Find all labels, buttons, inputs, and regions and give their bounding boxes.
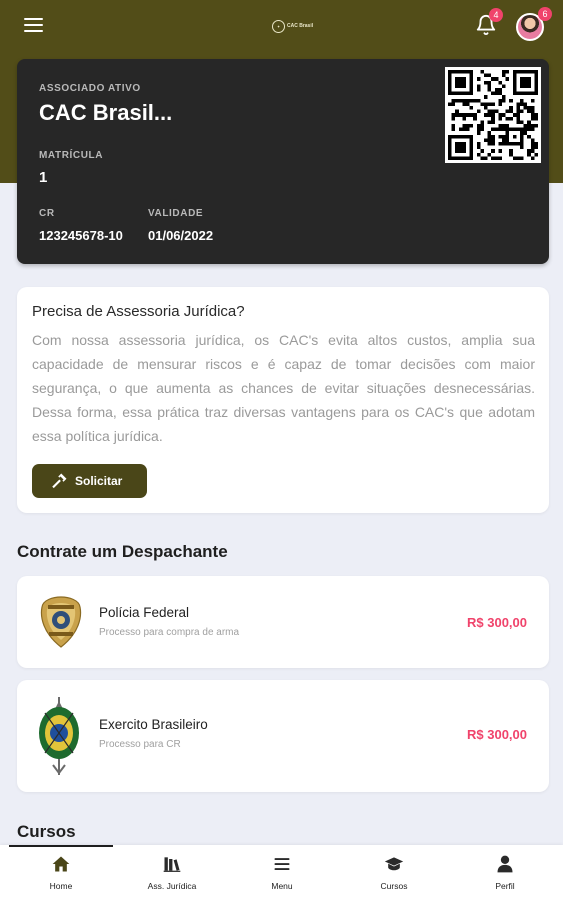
nav-label: Ass. Jurídica [147,881,197,891]
app-logo: ✦ CAC Brasil [272,19,313,33]
exercito-emblem-icon [39,697,79,775]
books-icon [163,857,181,872]
matricula-value: 1 [39,169,48,186]
notifications-badge: 4 [489,8,503,22]
despachante-section-title: Contrate um Despachante [17,542,228,561]
nav-label: Menu [271,881,293,891]
profile-badge: 6 [538,7,552,21]
active-tab-indicator [9,845,113,847]
nav-item-menu[interactable]: Menu [230,845,334,900]
nav-label: Home [49,881,73,891]
nav-label: Cursos [380,881,408,891]
nav-label: Perfil [495,881,515,891]
service-name: Exercito Brasileiro [99,717,208,732]
validade-label: VALIDADE [148,208,204,219]
service-description: Processo para CR [99,739,181,750]
cursos-section-title: Cursos [17,822,76,841]
service-card-exercito-brasileiro[interactable]: Exercito Brasileiro Processo para CR R$ … [17,680,549,792]
member-status-label: ASSOCIADO ATIVO [39,83,141,94]
policia-federal-badge-icon [40,596,82,648]
legal-title: Precisa de Assessoria Jurídica? [32,303,245,320]
notifications-button[interactable]: 4 [475,8,503,36]
logo-text: CAC Brasil [287,23,314,29]
nav-item-home[interactable]: Home [9,845,113,900]
legal-description: Com nossa assessoria jurídica, os CAC's … [32,332,535,444]
nav-item-ass-juridica[interactable]: Ass. Jurídica [120,845,224,900]
menu-icon [274,858,290,870]
bottom-navigation: Home Ass. Jurídica Menu Cursos Perfil [0,845,563,900]
validade-value: 01/06/2022 [148,228,214,243]
home-icon [52,856,70,872]
member-name: CAC Brasil... [39,100,173,125]
qr-code[interactable] [445,67,541,163]
top-app-bar: ✦ CAC Brasil 4 6 [0,0,563,52]
service-price: R$ 300,00 [467,727,527,742]
hammer-icon [52,473,67,489]
nav-item-perfil[interactable]: Perfil [453,845,557,900]
solicitar-button[interactable]: Solicitar [32,464,147,498]
service-card-policia-federal[interactable]: Polícia Federal Processo para compra de … [17,576,549,668]
solicitar-label: Solicitar [75,474,123,488]
user-icon [497,855,513,873]
logo-emblem-icon: ✦ [272,19,285,33]
service-price: R$ 300,00 [467,615,527,630]
graduation-cap-icon [384,857,404,871]
cr-label: CR [39,208,55,219]
profile-avatar[interactable]: 6 [516,7,552,41]
hamburger-menu-icon[interactable] [24,18,43,32]
nav-item-cursos[interactable]: Cursos [342,845,446,900]
member-card: ASSOCIADO ATIVO CAC Brasil... MATRÍCULA … [17,59,549,264]
service-name: Polícia Federal [99,605,190,620]
legal-assistance-card: Precisa de Assessoria Jurídica? Com noss… [17,287,549,513]
cr-value: 123245678-10 [39,228,123,243]
matricula-label: MATRÍCULA [39,150,104,161]
service-description: Processo para compra de arma [99,627,240,638]
